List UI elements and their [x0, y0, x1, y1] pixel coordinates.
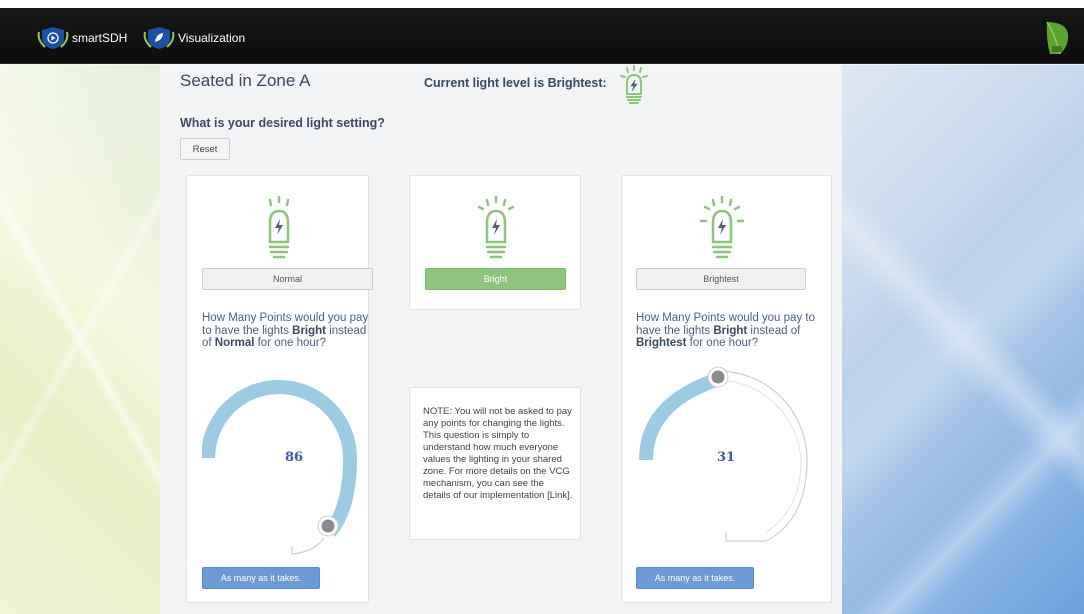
- question-text: for one hour?: [686, 337, 759, 349]
- note-card: NOTE: You will not be asked to pay any p…: [409, 387, 581, 540]
- leaf-icon: [143, 27, 175, 49]
- question-from: Brightest: [636, 337, 687, 349]
- note-text: NOTE: You will not be asked to pay any p…: [423, 406, 573, 501]
- normal-pay-question: How Many Points would you pay to have th…: [202, 312, 374, 350]
- brightest-pay-question: How Many Points would you pay to have th…: [636, 312, 826, 350]
- brightest-bulb-icon: [620, 65, 648, 104]
- nav-label-visualization: Visualization: [178, 31, 246, 45]
- background-left: [0, 65, 160, 614]
- normal-bulb-icon: [268, 195, 290, 259]
- nav-item-visualization[interactable]: Visualization: [142, 26, 245, 50]
- normal-points-value: 86: [284, 450, 304, 465]
- main-content: Seated in Zone A Current light level is …: [160, 65, 842, 614]
- sdh-leaf-logo: [1046, 21, 1069, 55]
- reset-button[interactable]: Reset: [180, 138, 230, 160]
- background-right: [842, 65, 1084, 614]
- top-strip: [0, 0, 1084, 8]
- question-from: Normal: [214, 337, 255, 349]
- normal-card: Normal How Many Points would you pay to …: [186, 175, 373, 603]
- brightest-points-value: 31: [716, 450, 736, 465]
- brightest-bulb-icon: [699, 195, 745, 259]
- option-brightest-button[interactable]: Brightest: [636, 268, 806, 290]
- question-target: Bright: [292, 324, 327, 337]
- brightest-card: Brightest How Many Points would you pay …: [621, 175, 832, 603]
- option-bright-button[interactable]: Bright: [425, 268, 566, 290]
- bright-card: Bright: [409, 175, 581, 310]
- nav-label-smartsdh: smartSDH: [72, 31, 128, 45]
- navbar: smartSDH Visualization: [0, 8, 1084, 64]
- normal-as-many-button[interactable]: As many as it takes.: [202, 567, 320, 589]
- nav-item-smartsdh[interactable]: smartSDH: [36, 26, 127, 50]
- light-status-text: Current light level is Brightest:: [424, 76, 607, 90]
- question-text: for one hour?: [254, 337, 327, 349]
- page-title: Seated in Zone A: [180, 71, 311, 90]
- normal-points-dial[interactable]: [202, 380, 370, 562]
- play-icon: [37, 27, 69, 49]
- question-target: Bright: [713, 324, 748, 337]
- question-text: instead of: [747, 324, 801, 337]
- brightest-as-many-button[interactable]: As many as it takes.: [636, 567, 754, 589]
- bright-bulb-icon: [477, 195, 515, 259]
- desired-setting-question: What is your desired light setting?: [180, 116, 385, 130]
- option-normal-button[interactable]: Normal: [202, 268, 373, 290]
